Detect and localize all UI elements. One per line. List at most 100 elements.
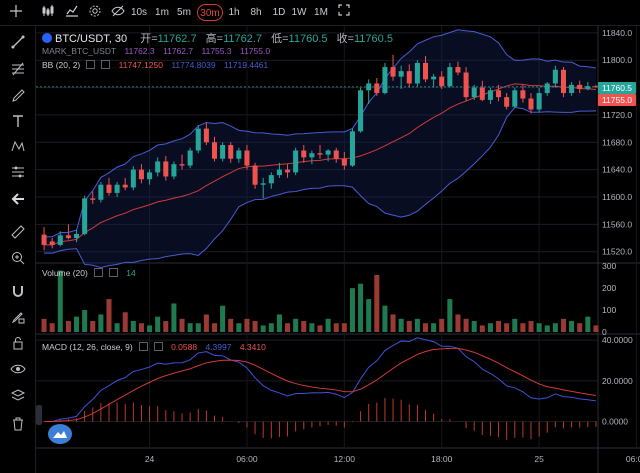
candle-body (333, 150, 339, 159)
volume-bar (593, 325, 599, 332)
candle-body (512, 90, 518, 107)
volume-bar (203, 314, 209, 332)
candle-body (455, 67, 461, 73)
candle-body (285, 169, 291, 173)
close-icon[interactable] (108, 268, 118, 277)
candle-body (155, 161, 161, 173)
settings-icon[interactable] (93, 268, 103, 277)
candle-body (374, 83, 380, 94)
volume-bar (130, 321, 136, 332)
eye-icon[interactable] (9, 361, 27, 379)
volume-bar (341, 323, 347, 332)
chart-symbol-icon (42, 33, 52, 43)
ruler-icon[interactable] (9, 224, 27, 242)
volume-bar (49, 323, 55, 332)
candle-body (560, 69, 566, 94)
macd-tick-label: 40.0000 (602, 335, 633, 345)
volume-bar (317, 325, 323, 332)
symbol-label: BTC/USDT, 30 (55, 33, 128, 45)
volume-bar (422, 323, 429, 332)
candle-body (585, 86, 591, 89)
volume-bar (447, 299, 453, 332)
trash-icon[interactable] (9, 416, 27, 434)
candle-body (41, 234, 47, 245)
fullscreen-icon[interactable] (336, 4, 352, 21)
measure-icon[interactable] (9, 164, 27, 182)
lock-pencil-icon[interactable] (9, 309, 27, 327)
candle-body (366, 83, 372, 91)
interval-10s[interactable]: 10s (129, 4, 149, 21)
interval-5m[interactable]: 5m (174, 4, 194, 21)
candle-body (114, 184, 120, 193)
chart-logo-icon (48, 424, 72, 444)
low-label: 低= (271, 33, 289, 45)
volume-bar (349, 288, 355, 332)
bb-label: BB (20, 2) (42, 60, 81, 70)
crosshair-icon[interactable] (8, 4, 24, 21)
macd-series (44, 337, 597, 440)
price-tick-label: 11640.0 (602, 165, 632, 175)
settings-icon[interactable] (138, 342, 148, 351)
volume-bar (569, 321, 575, 332)
candle-body (268, 175, 274, 184)
volume-legend: Volume (20) 14 (42, 268, 142, 278)
lock-icon[interactable] (9, 335, 27, 353)
interval-1d[interactable]: 1D (270, 4, 288, 21)
volume-bar (41, 318, 47, 332)
interval-8h[interactable]: 8h (248, 4, 264, 21)
candle-body (301, 150, 307, 158)
price-tick-label: 11840.0 (602, 28, 632, 38)
interval-1w[interactable]: 1W (290, 4, 308, 21)
candle-body (203, 128, 209, 143)
candle-body (211, 142, 218, 159)
volume-bar (268, 323, 274, 332)
candle-body (358, 90, 364, 132)
scroll-left-handle[interactable] (36, 405, 42, 425)
volume-bar (293, 318, 299, 332)
interval-30m[interactable]: 30m (197, 4, 223, 21)
arrow-left-icon[interactable] (9, 191, 27, 209)
volume-bar (65, 321, 71, 332)
settings-icon[interactable] (86, 60, 96, 69)
mark-value-4: 11755.0 (239, 46, 271, 56)
layers-icon[interactable] (9, 388, 27, 406)
pattern-icon[interactable] (9, 138, 27, 156)
interval-1mo[interactable]: 1M (312, 4, 330, 21)
visibility-icon[interactable] (110, 4, 126, 21)
interval-1h[interactable]: 1h (226, 4, 242, 21)
trading-chart[interactable]: 11840.011800.011760.011720.011680.011640… (36, 26, 640, 473)
volume-bar (455, 314, 461, 332)
magnet-icon[interactable] (9, 283, 27, 301)
interval-1m[interactable]: 1m (153, 4, 171, 21)
price-tick-label: 11520.0 (602, 247, 632, 257)
open-label: 开= (140, 33, 158, 45)
trend-line-icon[interactable] (9, 34, 27, 52)
candle-body (349, 131, 355, 166)
mark-price-tag: 11755.0 (598, 94, 636, 106)
candles-icon[interactable] (40, 4, 56, 21)
volume-label: Volume (20) (42, 268, 88, 278)
text-icon[interactable] (9, 113, 27, 131)
candle-body (479, 87, 485, 100)
bb-lower-value: 11719.4461 (223, 60, 269, 70)
indicators-icon[interactable] (64, 4, 80, 21)
volume-value: 14 (126, 268, 136, 278)
bb-legend: BB (20, 2) 11747.1250 11774.8039 11719.4… (42, 60, 274, 70)
volume-tick-label: 200 (602, 283, 616, 293)
close-icon[interactable] (153, 342, 163, 351)
zoom-icon[interactable] (9, 250, 27, 268)
settings-icon[interactable] (87, 4, 103, 21)
candle-body (317, 153, 323, 155)
brush-icon[interactable] (9, 87, 27, 105)
candle-body (98, 184, 104, 200)
macd-signal-value: 4.3410 (239, 342, 266, 352)
close-icon[interactable] (101, 60, 111, 69)
volume-bar (560, 318, 566, 332)
fib-icon[interactable] (9, 61, 27, 79)
volume-bar (98, 314, 104, 332)
volume-bar (114, 323, 120, 332)
macd-label: MACD (12, 26, close, 9) (42, 342, 133, 352)
candle-body (341, 158, 347, 166)
price-tick-label: 11800.0 (602, 55, 632, 65)
volume-bar (520, 323, 526, 332)
